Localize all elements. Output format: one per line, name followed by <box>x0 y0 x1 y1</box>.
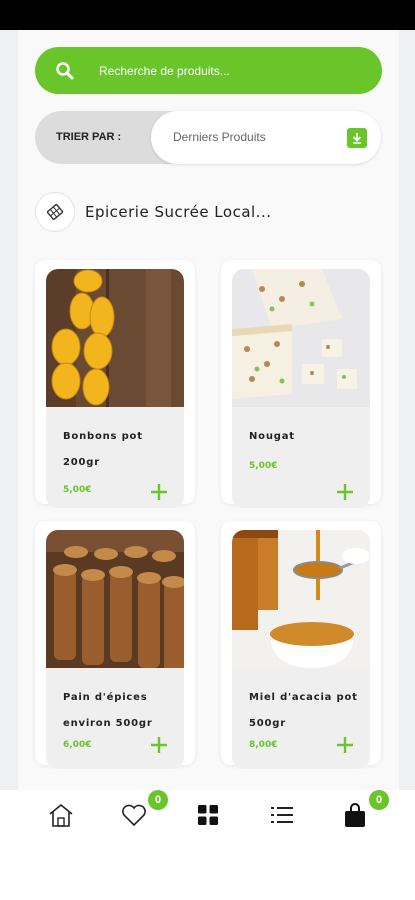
bottom-tab-bar: 0 0 <box>0 790 415 846</box>
product-subtitle: 200gr <box>63 457 100 468</box>
status-bar <box>0 0 415 30</box>
product-image <box>46 269 184 407</box>
sort-value: Derniers Produits <box>173 130 266 144</box>
product-card[interactable]: Nougat 5,00€ <box>221 260 381 508</box>
tab-categories[interactable] <box>193 800 223 830</box>
product-card-body: Pain d'épices environ 500gr 6,00€ <box>46 530 184 769</box>
add-to-cart-icon[interactable] <box>336 483 354 501</box>
product-title: Bonbons pot <box>63 431 143 442</box>
tab-list[interactable] <box>267 800 297 830</box>
add-to-cart-icon[interactable] <box>336 736 354 754</box>
favorites-count-badge: 0 <box>148 790 168 810</box>
category-header[interactable]: Epicerie Sucrée Local... <box>35 192 272 232</box>
heart-icon <box>122 804 146 827</box>
candy-category-icon <box>35 192 75 232</box>
grid-icon <box>198 805 218 825</box>
search-input[interactable]: Recherche de produits... <box>99 64 230 78</box>
download-arrow-icon[interactable] <box>347 128 367 148</box>
product-subtitle: 500gr <box>249 718 286 729</box>
product-card-body: Nougat 5,00€ <box>232 269 370 508</box>
product-title: Miel d'acacia pot <box>249 692 358 703</box>
product-image <box>232 269 370 407</box>
add-to-cart-icon[interactable] <box>150 736 168 754</box>
product-subtitle: environ 500gr <box>63 718 153 729</box>
product-price: 5,00€ <box>63 485 92 495</box>
product-price: 8,00€ <box>249 740 278 750</box>
product-card[interactable]: Miel d'acacia pot 500gr 8,00€ <box>221 521 381 769</box>
product-image <box>46 530 184 668</box>
product-title: Nougat <box>249 431 295 442</box>
product-card[interactable]: Bonbons pot 200gr 5,00€ <box>35 260 195 508</box>
product-card-body: Miel d'acacia pot 500gr 8,00€ <box>232 530 370 769</box>
product-image <box>232 530 370 668</box>
sort-label: TRIER PAR : <box>56 131 122 143</box>
product-price: 5,00€ <box>249 461 278 471</box>
shopping-bag-icon <box>345 803 365 827</box>
sort-control: TRIER PAR : Derniers Produits <box>35 111 381 164</box>
sort-select[interactable]: Derniers Produits <box>151 111 381 164</box>
tab-cart[interactable] <box>340 800 370 830</box>
tab-home[interactable] <box>46 800 76 830</box>
add-to-cart-icon[interactable] <box>150 483 168 501</box>
search-icon <box>56 61 74 79</box>
category-name: Epicerie Sucrée Local... <box>85 203 272 221</box>
product-card[interactable]: Pain d'épices environ 500gr 6,00€ <box>35 521 195 769</box>
product-card-body: Bonbons pot 200gr 5,00€ <box>46 269 184 508</box>
home-icon <box>49 803 73 827</box>
product-title: Pain d'épices <box>63 692 148 703</box>
tab-favorites[interactable] <box>119 800 149 830</box>
cart-count-badge: 0 <box>369 790 389 810</box>
search-bar[interactable]: Recherche de produits... <box>35 47 382 94</box>
list-icon <box>271 807 293 823</box>
product-price: 6,00€ <box>63 740 92 750</box>
